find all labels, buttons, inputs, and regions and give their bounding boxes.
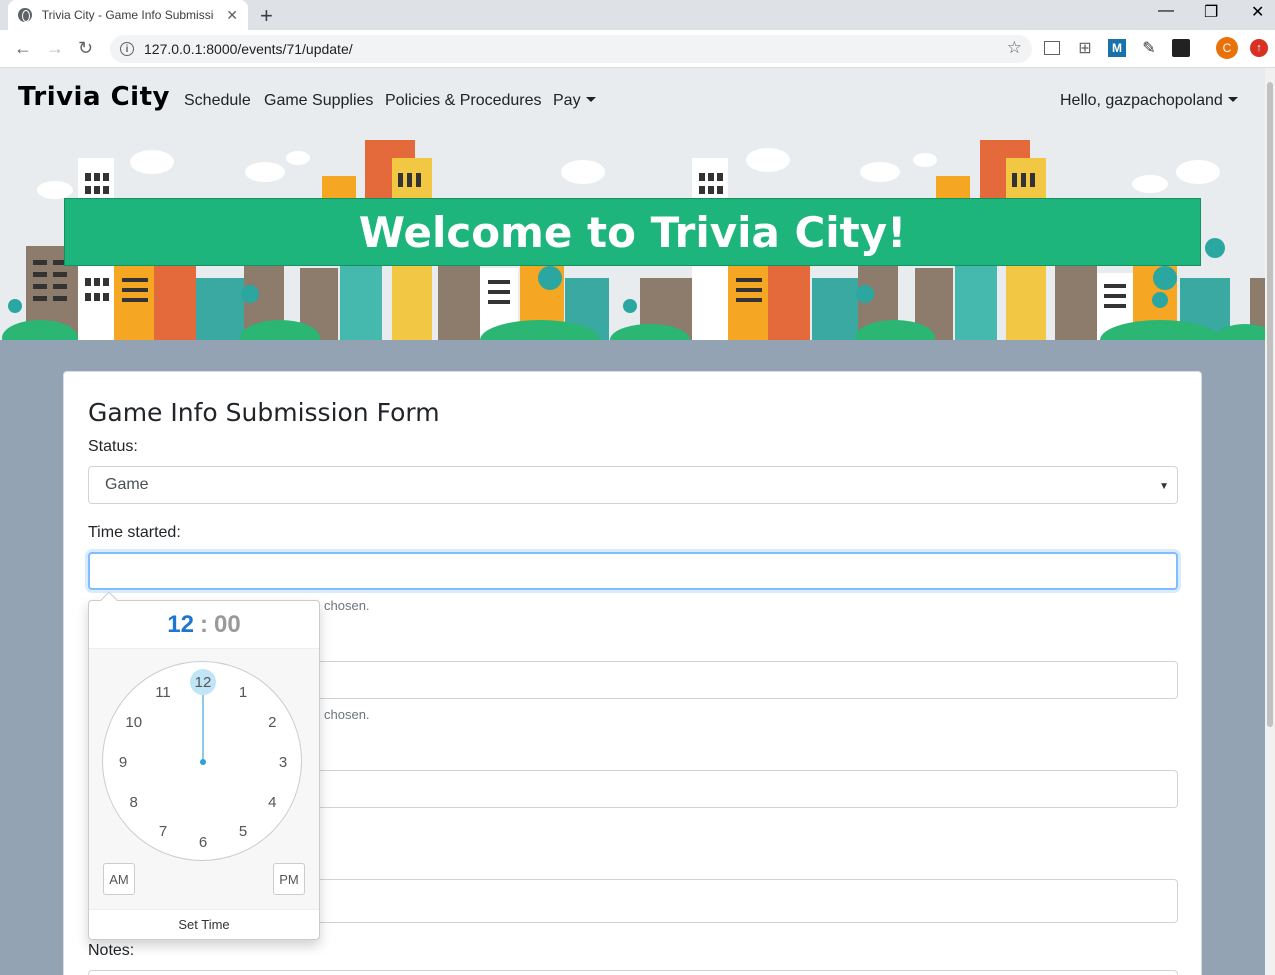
update-icon[interactable]: ↑ [1250, 39, 1268, 57]
banner-title: Welcome to Trivia City! [358, 207, 907, 257]
url-text: 127.0.0.1:8000/events/71/update/ [144, 41, 353, 57]
form-title: Game Info Submission Form [88, 398, 440, 427]
bookmark-star-icon[interactable]: ☆ [1007, 38, 1022, 58]
reload-icon[interactable]: ↻ [78, 38, 93, 59]
clock-number-5[interactable]: 5 [230, 818, 256, 844]
scrollbar-thumb[interactable] [1267, 82, 1273, 727]
browser-tab[interactable]: Trivia City - Game Info Submissio ✕ [8, 0, 248, 30]
clock-hand [202, 688, 204, 762]
clock-number-3[interactable]: 3 [270, 749, 296, 775]
user-greeting: Hello, gazpachopoland [1060, 92, 1223, 109]
close-window-icon[interactable]: ✕ [1251, 2, 1264, 22]
status-label: Status: [88, 438, 138, 455]
am-button[interactable]: AM [103, 863, 135, 895]
hero-header: Trivia City Schedule Game Supplies Polic… [0, 68, 1265, 340]
page-scrollbar[interactable] [1265, 68, 1275, 975]
user-menu-dropdown[interactable]: Hello, gazpachopoland [1060, 92, 1238, 110]
clock-number-11[interactable]: 11 [150, 680, 176, 706]
clock-dial[interactable]: 12 1 2 3 4 5 6 7 8 9 10 11 [102, 661, 302, 861]
clock-number-8[interactable]: 8 [121, 789, 147, 815]
caret-down-icon [585, 97, 596, 102]
nav-game-supplies[interactable]: Game Supplies [264, 92, 373, 110]
back-icon[interactable]: ← [14, 38, 32, 59]
clock-picker-popover: 12 : 00 12 1 2 3 4 5 6 7 8 9 10 11 AM PM Set Time [88, 591, 320, 940]
forward-icon[interactable]: → [46, 38, 64, 59]
notes-label: Notes: [88, 942, 135, 959]
info-icon[interactable]: i [120, 42, 134, 56]
clock-number-7[interactable]: 7 [150, 818, 176, 844]
status-selected-value: Game [105, 476, 149, 493]
brand-logo[interactable]: Trivia City [18, 82, 170, 112]
clock-hours[interactable]: 12 [167, 611, 194, 639]
clock-minutes[interactable]: 00 [214, 611, 241, 639]
help-text-1: chosen. [324, 598, 370, 613]
minimize-icon[interactable]: — [1158, 2, 1174, 20]
eyedropper-icon[interactable]: ✎ [1140, 39, 1158, 57]
set-time-button[interactable]: Set Time [89, 909, 319, 939]
tab-title: Trivia City - Game Info Submissio [41, 8, 215, 22]
clock-center [200, 759, 206, 765]
clock-number-4[interactable]: 4 [259, 789, 285, 815]
select-arrow-icon: ▼ [1159, 481, 1169, 492]
clock-number-1[interactable]: 1 [230, 680, 256, 706]
nav-pay-label: Pay [553, 92, 581, 109]
new-tab-button[interactable]: + [260, 3, 273, 29]
grid-icon[interactable]: ⊞ [1076, 39, 1094, 57]
globe-icon [18, 8, 32, 22]
restore-icon[interactable]: ❐ [1204, 2, 1218, 22]
clock-number-9[interactable]: 9 [110, 749, 136, 775]
clock-number-12[interactable]: 12 [190, 669, 216, 695]
time-started-label: Time started: [88, 524, 181, 541]
nav-pay-dropdown[interactable]: Pay [553, 92, 596, 110]
help-text-2: chosen. [324, 707, 370, 722]
nav-schedule[interactable]: Schedule [184, 92, 251, 110]
pm-button[interactable]: PM [273, 863, 305, 895]
clock-number-10[interactable]: 10 [121, 709, 147, 735]
time-started-input[interactable] [88, 552, 1178, 590]
browser-toolbar: ← → ↻ i 127.0.0.1:8000/events/71/update/… [0, 30, 1275, 68]
clock-number-6[interactable]: 6 [190, 829, 216, 855]
extension-m-icon[interactable]: M [1108, 39, 1126, 57]
caret-down-icon [1227, 97, 1238, 102]
browser-tab-bar: Trivia City - Game Info Submissio ✕ + — … [0, 0, 1275, 30]
top-navbar: Trivia City Schedule Game Supplies Polic… [0, 68, 1265, 134]
clock-separator: : [200, 610, 208, 638]
clock-number-2[interactable]: 2 [259, 709, 285, 735]
notes-textarea[interactable] [88, 970, 1178, 975]
screenshot-icon[interactable] [1044, 41, 1060, 55]
extension-dark-icon[interactable] [1172, 39, 1190, 57]
profile-avatar[interactable]: C [1216, 37, 1238, 59]
welcome-banner: Welcome to Trivia City! [64, 198, 1201, 266]
nav-policies-procedures[interactable]: Policies & Procedures [385, 92, 542, 110]
address-bar[interactable]: i 127.0.0.1:8000/events/71/update/ ☆ [110, 35, 1032, 63]
clock-body: 12 1 2 3 4 5 6 7 8 9 10 11 AM PM [89, 649, 319, 909]
status-select[interactable]: Game ▼ [88, 466, 1178, 504]
close-tab-icon[interactable]: ✕ [226, 7, 238, 24]
clock-time-display: 12 : 00 [89, 601, 319, 649]
